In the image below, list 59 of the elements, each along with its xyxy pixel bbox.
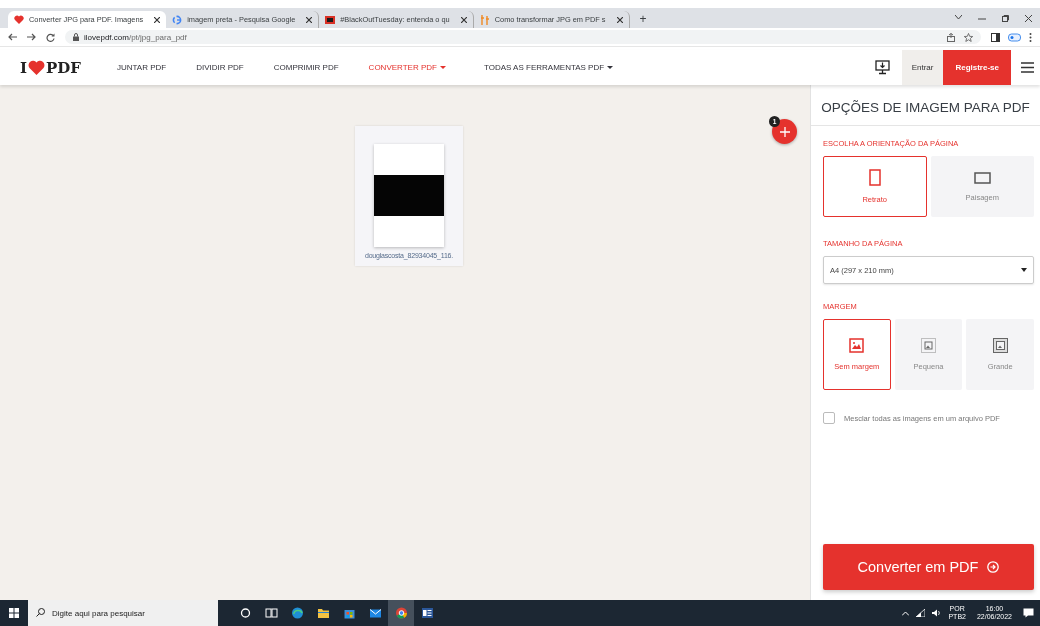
image-margin-icon [992,338,1008,353]
add-file-button[interactable] [772,119,797,144]
restore-icon[interactable] [1002,14,1009,22]
close-icon[interactable] [460,16,467,23]
address-bar[interactable]: ilovepdf.com/pt/jpg_para_pdf [65,30,981,44]
landscape-page-icon [973,171,991,184]
convert-button[interactable]: Converter em PDF [823,544,1034,590]
logo-text: PDF [46,58,81,77]
notification-icon[interactable] [1023,608,1034,618]
lock-icon [73,33,79,41]
taskbar-search-field[interactable]: Digite aqui para pesquisar [28,600,218,626]
nav-link[interactable]: DIVIDIR PDF [196,63,244,72]
arrow-circle-icon [987,561,1000,573]
close-icon[interactable] [154,16,161,23]
chrome-logo-icon[interactable] [394,607,408,619]
mail-icon[interactable] [368,607,382,619]
image-icon [849,338,865,353]
menu-icon[interactable] [1021,62,1034,73]
logo-text: I [20,58,28,77]
google-icon [172,14,183,25]
close-icon[interactable] [306,16,313,23]
close-icon[interactable] [616,16,623,23]
circle-icon[interactable] [238,607,252,619]
favicon-icon [325,14,336,25]
nav-link[interactable]: JUNTAR PDF [116,63,167,72]
windows-start-icon[interactable] [9,608,19,618]
speaker-icon[interactable] [932,609,942,617]
nav-link[interactable]: TODAS AS FERRAMENTAS PDF [483,63,614,72]
login-button[interactable]: Entrar [901,50,944,85]
store-bag-icon[interactable] [342,607,356,619]
reload-icon[interactable] [46,32,55,42]
signup-button[interactable]: Registre-se [943,50,1011,85]
heart-icon [14,15,24,24]
checkbox[interactable] [823,412,835,424]
close-icon[interactable] [1025,14,1032,22]
nav-link[interactable]: COMPRIMIR PDF [273,63,339,72]
network-icon[interactable] [916,609,926,617]
nav-link[interactable]: CONVERTER PDF [368,63,446,72]
favicon-icon [479,14,490,25]
back-icon[interactable] [8,33,17,41]
new-tab-button[interactable]: + [635,11,651,28]
task-view-icon[interactable] [264,607,278,619]
heart-icon [28,60,46,75]
more-icon[interactable] [1029,32,1032,42]
desktop-download-icon[interactable] [874,60,890,75]
document-app-icon[interactable] [420,607,434,619]
search-icon [36,608,45,617]
portrait-page-icon [868,169,881,186]
sidebar-icon[interactable] [991,32,1000,42]
image-margin-icon [921,338,936,353]
chevron-icon[interactable] [955,14,962,20]
share-icon[interactable] [947,32,956,42]
folder-icon[interactable] [316,607,330,619]
browser-wave-icon[interactable] [290,607,304,619]
panel-title: OPÇÕES DE IMAGEM PARA PDF [811,85,1040,126]
plus-icon [779,126,790,137]
forward-icon[interactable] [27,33,36,41]
chevron-up-icon[interactable] [902,610,910,616]
star-icon[interactable] [964,32,973,42]
